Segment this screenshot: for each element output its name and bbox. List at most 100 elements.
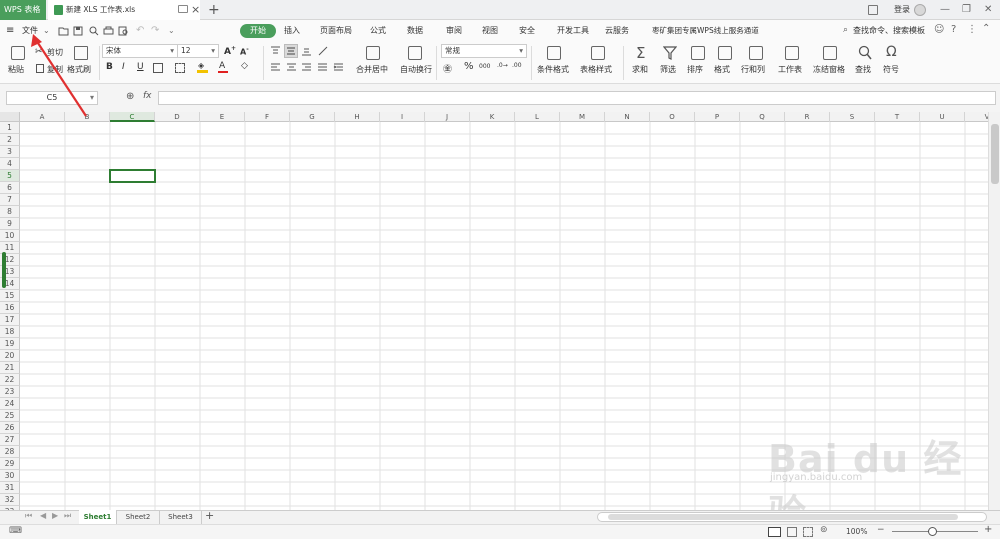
align-center-icon[interactable] bbox=[286, 63, 297, 73]
align-right-icon[interactable] bbox=[301, 63, 312, 73]
currency-icon[interactable]: ㊎ bbox=[443, 62, 452, 75]
scroll-thumb[interactable] bbox=[991, 124, 999, 184]
file-menu[interactable]: 文件 bbox=[22, 20, 38, 42]
table-style-button[interactable]: 表格样式 bbox=[580, 64, 612, 75]
find-button[interactable]: 查找 bbox=[855, 64, 871, 75]
freeze-button[interactable]: 冻结窗格 bbox=[813, 64, 845, 75]
thousands-button[interactable]: 000 bbox=[479, 63, 490, 70]
bold-button[interactable]: B bbox=[106, 62, 113, 72]
customize-toolbar-icon[interactable]: ⌄ bbox=[168, 26, 179, 36]
align-top-icon[interactable] bbox=[270, 46, 281, 56]
tab-developer[interactable]: 开发工具 bbox=[557, 20, 589, 42]
decrease-decimal-icon[interactable]: .00 bbox=[512, 62, 522, 69]
tab-data[interactable]: 数据 bbox=[407, 20, 423, 42]
select-all-corner[interactable] bbox=[0, 112, 20, 122]
tab-formula[interactable]: 公式 bbox=[370, 20, 386, 42]
help-icon[interactable]: ? bbox=[951, 24, 956, 35]
tab-service-channel[interactable]: 枣矿集团专属WPS线上服务通道 bbox=[652, 20, 759, 42]
merge-center-icon[interactable] bbox=[366, 46, 380, 60]
paste-icon[interactable] bbox=[11, 46, 25, 60]
column-header-u[interactable]: U bbox=[920, 112, 965, 122]
column-header-t[interactable]: T bbox=[875, 112, 920, 122]
row-header-22[interactable]: 22 bbox=[0, 374, 20, 386]
column-header-s[interactable]: S bbox=[830, 112, 875, 122]
rows-cols-icon[interactable] bbox=[749, 46, 763, 60]
column-header-h[interactable]: H bbox=[335, 112, 380, 122]
horizontal-scrollbar[interactable] bbox=[597, 512, 987, 522]
row-header-19[interactable]: 19 bbox=[0, 338, 20, 350]
row-header-2[interactable]: 2 bbox=[0, 134, 20, 146]
column-header-e[interactable]: E bbox=[200, 112, 245, 122]
print-icon[interactable] bbox=[103, 26, 114, 36]
column-header-c[interactable]: C bbox=[110, 112, 155, 122]
column-header-i[interactable]: I bbox=[380, 112, 425, 122]
h-scroll-thumb[interactable] bbox=[608, 514, 958, 520]
add-sheet-button[interactable]: + bbox=[205, 509, 214, 522]
row-header-15[interactable]: 15 bbox=[0, 290, 20, 302]
name-box[interactable]: C5 ▾ bbox=[6, 91, 98, 105]
column-header-d[interactable]: D bbox=[155, 112, 200, 122]
row-header-21[interactable]: 21 bbox=[0, 362, 20, 374]
column-header-a[interactable]: A bbox=[20, 112, 65, 122]
collapse-ribbon-icon[interactable]: ⌃ bbox=[982, 23, 990, 34]
font-color-icon[interactable]: A bbox=[219, 61, 225, 71]
filter-icon[interactable] bbox=[663, 46, 677, 60]
zoom-slider-handle[interactable] bbox=[928, 527, 937, 536]
freeze-icon[interactable] bbox=[823, 46, 837, 60]
more-icon[interactable]: ⋮ bbox=[967, 24, 977, 35]
copy-button[interactable]: 复制 bbox=[47, 64, 63, 75]
column-header-g[interactable]: G bbox=[290, 112, 335, 122]
login-button[interactable]: 登录 bbox=[894, 0, 910, 20]
document-tab[interactable]: 新建 XLS 工作表.xls × bbox=[48, 0, 200, 20]
symbol-button[interactable]: 符号 bbox=[883, 64, 899, 75]
file-dropdown-icon[interactable]: ⌄ bbox=[43, 20, 50, 42]
table-style-icon[interactable] bbox=[591, 46, 605, 60]
percent-button[interactable]: % bbox=[464, 61, 474, 72]
sum-icon[interactable]: Σ bbox=[636, 44, 645, 62]
export-icon[interactable] bbox=[118, 26, 129, 36]
row-header-26[interactable]: 26 bbox=[0, 422, 20, 434]
row-header-32[interactable]: 32 bbox=[0, 494, 20, 506]
conditional-format-icon[interactable] bbox=[547, 46, 561, 60]
increase-decimal-icon[interactable]: .0→ bbox=[497, 62, 508, 69]
align-bottom-icon[interactable] bbox=[301, 46, 312, 56]
font-size-select[interactable]: 12 ▾ bbox=[177, 44, 219, 58]
wrap-text-icon[interactable] bbox=[408, 46, 422, 60]
format-icon[interactable] bbox=[718, 46, 732, 60]
format-painter-button[interactable]: 格式刷 bbox=[67, 64, 91, 75]
column-header-b[interactable]: B bbox=[65, 112, 110, 122]
row-header-10[interactable]: 10 bbox=[0, 230, 20, 242]
number-format-select[interactable]: 常规 ▾ bbox=[441, 44, 527, 58]
tab-review[interactable]: 审阅 bbox=[446, 20, 462, 42]
border-icon[interactable] bbox=[153, 63, 163, 73]
tab-start[interactable]: 开始 bbox=[240, 24, 276, 38]
new-tab-button[interactable]: + bbox=[208, 0, 220, 20]
format-painter-icon[interactable] bbox=[74, 46, 88, 60]
row-header-9[interactable]: 9 bbox=[0, 218, 20, 230]
sort-button[interactable]: 排序 bbox=[687, 64, 703, 75]
monitor-icon[interactable] bbox=[178, 5, 188, 13]
column-header-l[interactable]: L bbox=[515, 112, 560, 122]
fill-bucket-icon[interactable]: ◈ bbox=[198, 61, 204, 70]
increase-font-icon[interactable]: A+ bbox=[224, 45, 236, 57]
row-header-23[interactable]: 23 bbox=[0, 386, 20, 398]
eraser-icon[interactable]: ◇ bbox=[241, 61, 248, 71]
row-header-24[interactable]: 24 bbox=[0, 398, 20, 410]
justify-icon[interactable] bbox=[317, 63, 328, 73]
tab-cloud[interactable]: 云服务 bbox=[605, 20, 629, 42]
row-header-30[interactable]: 30 bbox=[0, 470, 20, 482]
zoom-out-button[interactable]: − bbox=[877, 525, 885, 535]
save-icon[interactable] bbox=[73, 26, 84, 36]
zoom-level[interactable]: 100% bbox=[846, 527, 867, 536]
align-middle-icon[interactable] bbox=[284, 44, 298, 58]
merge-center-button[interactable]: 合并居中 bbox=[356, 64, 388, 75]
row-header-5[interactable]: 5 bbox=[0, 170, 20, 182]
macro-icon[interactable]: ⌨ bbox=[9, 526, 22, 536]
row-header-18[interactable]: 18 bbox=[0, 326, 20, 338]
selected-cell[interactable] bbox=[109, 169, 156, 183]
page-layout-view-icon[interactable] bbox=[787, 527, 797, 537]
avatar[interactable] bbox=[914, 4, 926, 16]
indent-icon[interactable] bbox=[333, 63, 344, 73]
fill-color-icon[interactable] bbox=[197, 70, 208, 73]
normal-view-icon[interactable] bbox=[768, 527, 781, 537]
